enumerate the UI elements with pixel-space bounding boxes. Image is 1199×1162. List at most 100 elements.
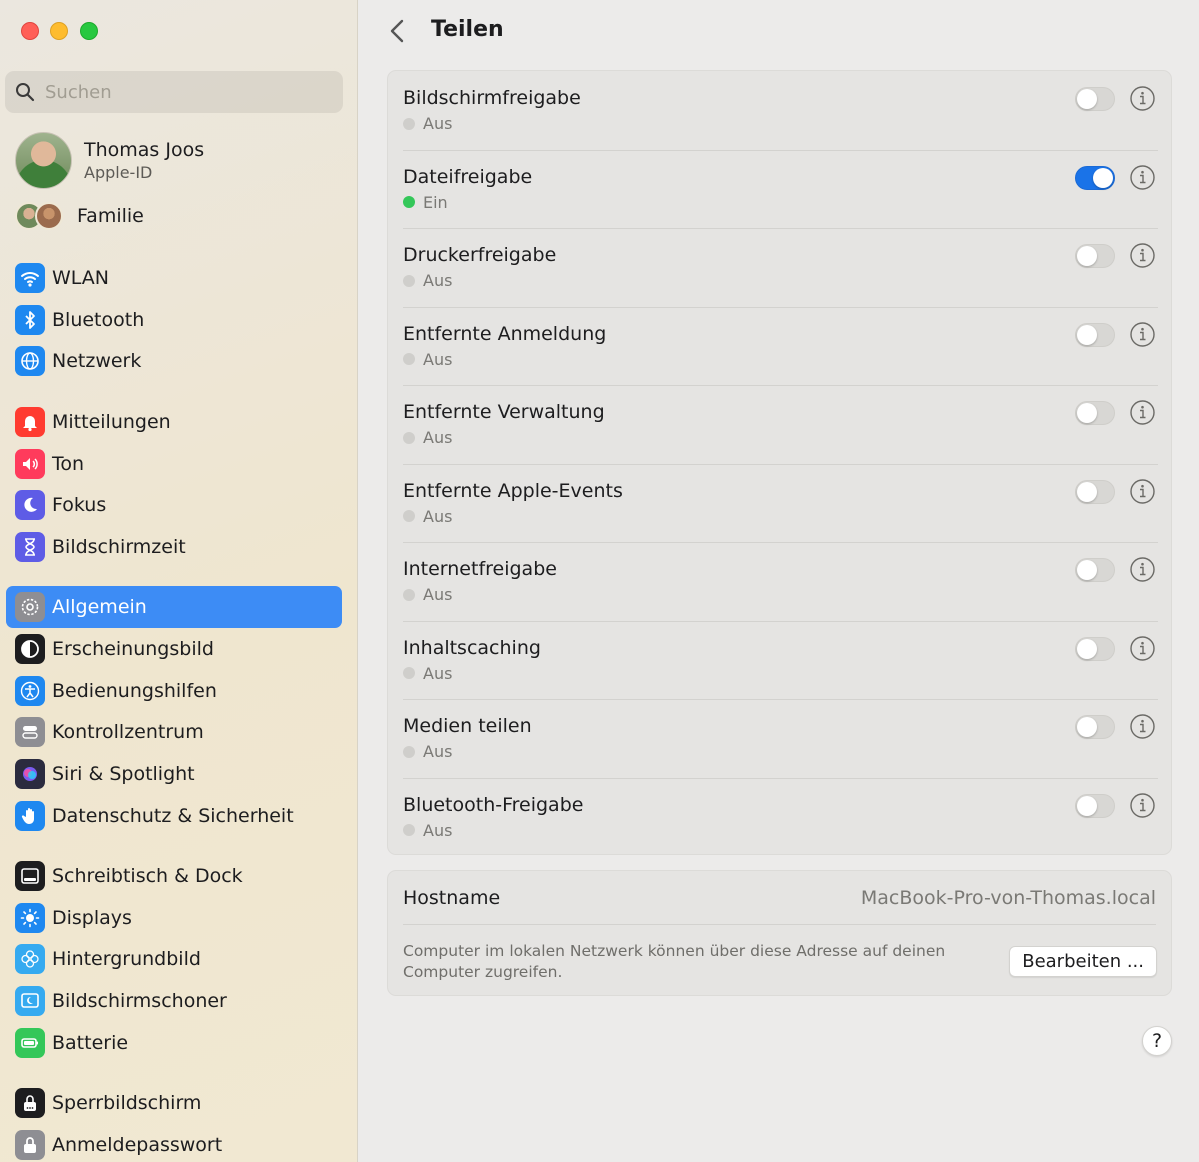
status-dot-icon	[403, 510, 415, 522]
speaker-icon	[15, 449, 45, 479]
info-icon[interactable]	[1129, 164, 1156, 191]
dateifreigabe-toggle[interactable]	[1075, 165, 1115, 190]
inhaltscaching-toggle[interactable]	[1075, 636, 1115, 661]
service-name: Entfernte Anmeldung	[403, 322, 607, 345]
sidebar-item-label: Erscheinungsbild	[52, 638, 214, 660]
info-icon[interactable]	[1129, 792, 1156, 819]
sidebar-item-datenschutz-sicherheit[interactable]: Datenschutz & Sicherheit	[6, 795, 342, 837]
sidebar-item-label: Displays	[52, 907, 132, 929]
bluetooth-freigabe-toggle[interactable]	[1075, 793, 1115, 818]
sharing-row-entfernte-verwaltung: Entfernte Verwaltung Aus	[403, 385, 1158, 464]
sidebar-item-allgemein[interactable]: Allgemein	[6, 586, 342, 628]
appearance-icon	[15, 634, 45, 664]
sidebar-item-hintergrundbild[interactable]: Hintergrundbild	[6, 938, 342, 980]
entfernte-anmeldung-toggle[interactable]	[1075, 322, 1115, 347]
sidebar-item-netzwerk[interactable]: Netzwerk	[6, 340, 342, 382]
battery-icon	[15, 1028, 45, 1058]
sharing-row-bluetooth-freigabe: Bluetooth-Freigabe Aus	[403, 777, 1158, 857]
sidebar-item-anmeldepasswort[interactable]: Anmeldepasswort	[6, 1124, 342, 1162]
service-status: Aus	[403, 271, 452, 290]
service-status: Aus	[403, 742, 452, 761]
account-subtitle: Apple-ID	[84, 162, 153, 182]
toggle-knob	[1077, 246, 1097, 266]
status-dot-icon	[403, 274, 415, 287]
sun-icon	[15, 903, 45, 933]
service-name: Entfernte Verwaltung	[403, 401, 605, 423]
info-icon[interactable]	[1129, 242, 1156, 269]
bildschirmfreigabe-toggle[interactable]	[1075, 87, 1115, 111]
sharing-row-medien-teilen: Medien teilen Aus	[403, 699, 1158, 778]
service-status-label: Aus	[423, 271, 453, 290]
status-dot-icon	[403, 824, 415, 836]
flower-icon	[15, 944, 45, 974]
entfernte-apple-events-toggle[interactable]	[1075, 479, 1115, 504]
sidebar-item-bluetooth[interactable]: Bluetooth	[6, 299, 342, 341]
zoom-window-button[interactable]	[80, 22, 98, 40]
entfernte-verwaltung-toggle[interactable]	[1075, 401, 1115, 425]
sidebar-item-fokus[interactable]: Fokus	[6, 484, 342, 526]
accessibility-icon	[15, 676, 45, 706]
sidebar-item-schreibtisch-dock[interactable]: Schreibtisch & Dock	[6, 855, 342, 897]
sharing-row-internetfreigabe: Internetfreigabe Aus	[403, 542, 1158, 621]
status-dot-icon	[403, 353, 415, 365]
edit-hostname-button[interactable]: Bearbeiten ...	[1009, 946, 1157, 977]
info-icon[interactable]	[1129, 85, 1156, 112]
sidebar-item-kontrollzentrum[interactable]: Kontrollzentrum	[6, 711, 342, 753]
sidebar-item-label: Bluetooth	[52, 309, 145, 331]
lock-icon	[15, 1130, 45, 1160]
toggle-knob	[1077, 324, 1097, 345]
sidebar-item-erscheinungsbild[interactable]: Erscheinungsbild	[6, 628, 342, 670]
sidebar-item-batterie[interactable]: Batterie	[6, 1022, 342, 1064]
sidebar-item-siri-spotlight[interactable]: Siri & Spotlight	[6, 753, 342, 795]
internetfreigabe-toggle[interactable]	[1075, 558, 1115, 582]
divider	[403, 924, 1156, 925]
service-name: Entfernte Apple-Events	[403, 479, 623, 502]
sidebar-item-ton[interactable]: Ton	[6, 443, 342, 485]
siri-icon	[15, 759, 45, 789]
medien-teilen-toggle[interactable]	[1075, 715, 1115, 739]
info-icon[interactable]	[1129, 635, 1156, 662]
hostname-panel: Hostname MacBook-Pro-von-Thomas.local Co…	[387, 870, 1172, 996]
dock-icon	[15, 861, 45, 891]
minimize-window-button[interactable]	[50, 22, 68, 40]
service-status: Aus	[403, 428, 452, 447]
hostname-label: Hostname	[403, 887, 501, 909]
info-icon[interactable]	[1129, 556, 1156, 583]
status-dot-icon	[403, 431, 415, 444]
service-status: Aus	[403, 350, 452, 369]
sidebar-item-sperrbildschirm[interactable]: Sperrbildschirm	[6, 1082, 342, 1124]
search-field[interactable]	[5, 71, 343, 113]
info-icon[interactable]	[1129, 713, 1156, 740]
sidebar-item-label: Netzwerk	[52, 350, 142, 372]
toggle-knob	[1077, 89, 1097, 109]
service-status: Aus	[403, 507, 452, 526]
service-name: Bluetooth-Freigabe	[403, 793, 584, 816]
help-button[interactable]: ?	[1142, 1026, 1172, 1056]
close-window-button[interactable]	[21, 22, 39, 40]
hostname-value: MacBook-Pro-von-Thomas.local	[860, 887, 1156, 909]
info-icon[interactable]	[1129, 399, 1156, 426]
search-input[interactable]	[45, 81, 325, 103]
sidebar-item-mitteilungen[interactable]: Mitteilungen	[6, 401, 342, 443]
moon-icon	[15, 490, 45, 520]
sidebar-item-displays[interactable]: Displays	[6, 897, 342, 939]
sidebar-item-bildschirmschoner[interactable]: Bildschirmschoner	[6, 980, 342, 1022]
page-title: Teilen	[431, 17, 504, 42]
service-name: Bildschirmfreigabe	[403, 87, 581, 109]
info-icon[interactable]	[1129, 478, 1156, 505]
toggle-knob	[1077, 560, 1097, 580]
sidebar-item-bildschirmzeit[interactable]: Bildschirmzeit	[6, 526, 342, 568]
sidebar-item-wlan[interactable]: WLAN	[6, 257, 342, 299]
sharing-services-list: Bildschirmfreigabe Aus Dateifreigabe Ein Dru…	[387, 70, 1172, 855]
status-dot-icon	[403, 667, 415, 679]
sidebar-item-label: Datenschutz & Sicherheit	[52, 805, 294, 827]
back-chevron-icon[interactable]	[386, 18, 410, 44]
sidebar-item-bedienungshilfen[interactable]: Bedienungshilfen	[6, 670, 342, 712]
toggle-knob	[1077, 481, 1097, 502]
apple-id-account[interactable]: Thomas Joos Apple-ID	[15, 131, 204, 189]
info-icon[interactable]	[1129, 321, 1156, 348]
druckerfreigabe-toggle[interactable]	[1075, 244, 1115, 268]
service-status-label: Ein	[423, 192, 448, 212]
sidebar-item-family[interactable]: Familie	[15, 199, 144, 233]
service-status-label: Aus	[423, 585, 453, 604]
